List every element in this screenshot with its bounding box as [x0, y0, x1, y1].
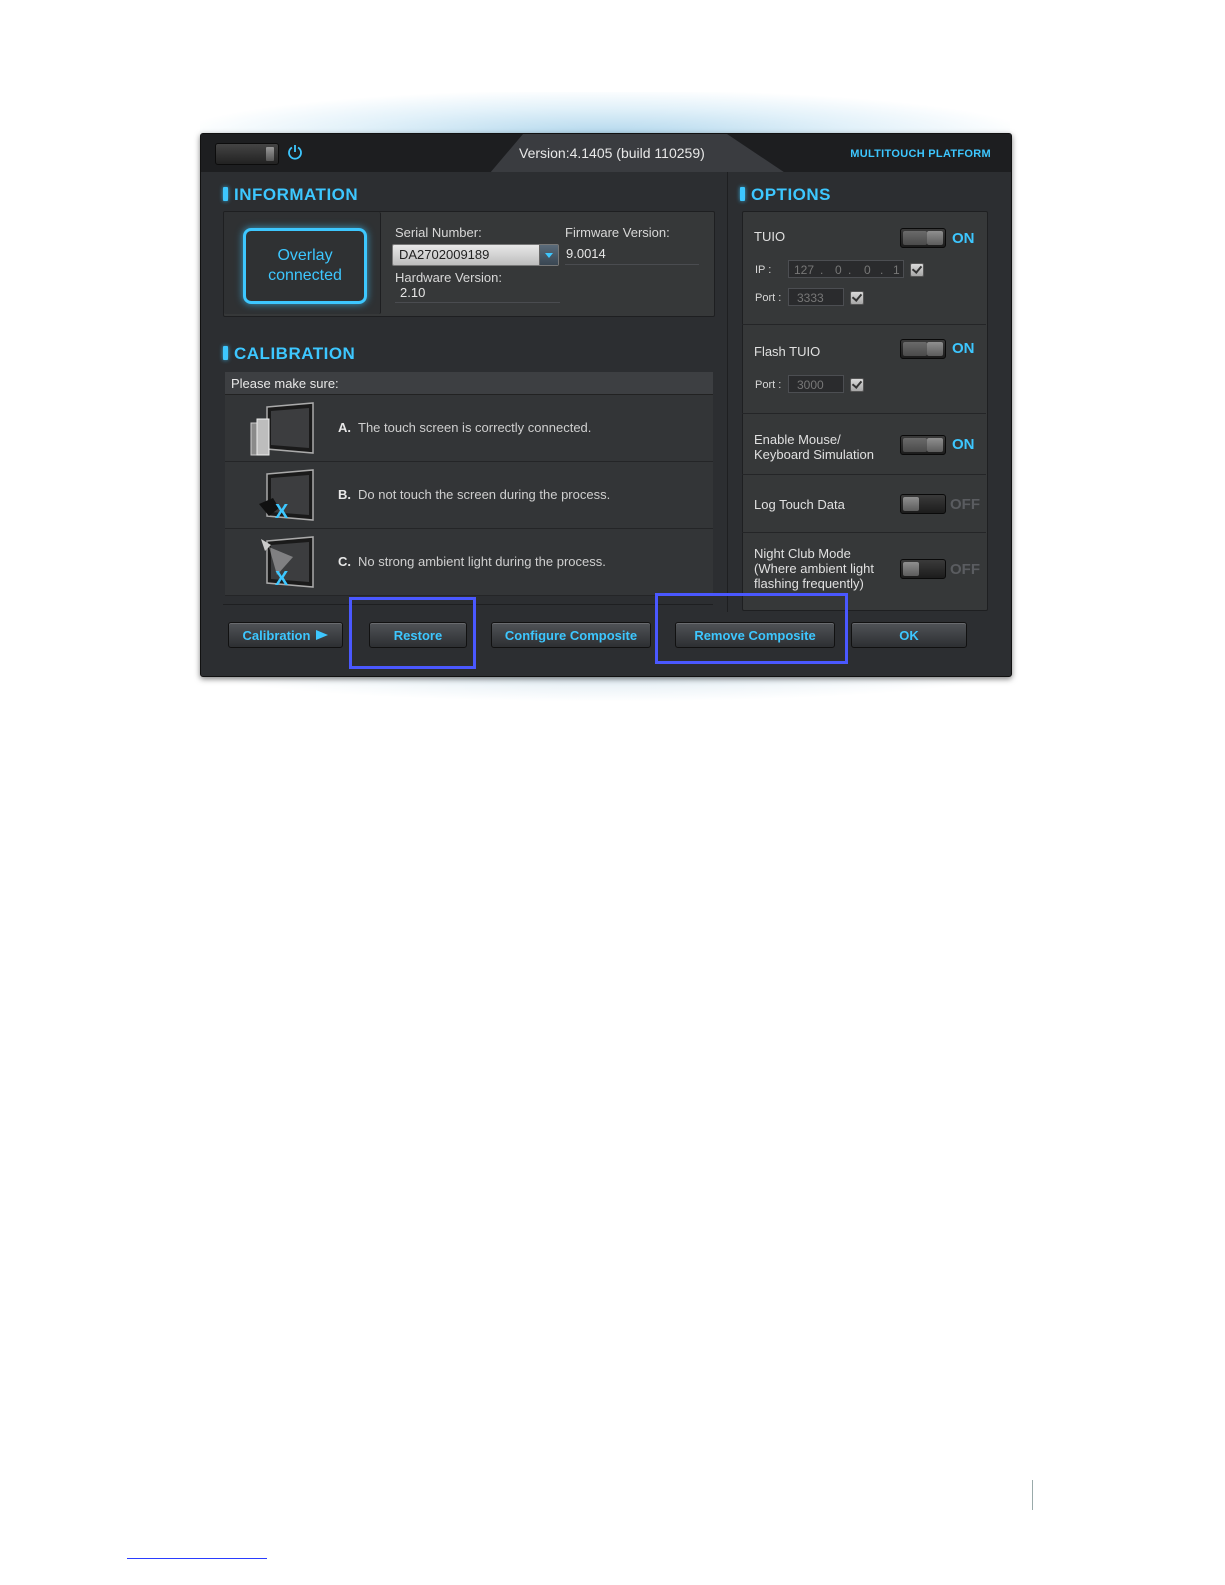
calibration-item-c: X C. No strong ambient light during the …: [225, 529, 713, 596]
multitouch-window: Version:4.1405 (build 110259) MULTITOUCH…: [200, 133, 1012, 677]
calibration-header: Please make sure:: [225, 372, 713, 395]
option-tuio: TUIO ON IP : 127 . 0 . 0 . 1 Port : 3333: [742, 212, 986, 325]
tuio-toggle[interactable]: [900, 228, 946, 248]
flash-tuio-port-checkbox[interactable]: [850, 378, 864, 392]
version-label: Version:4.1405 (build 110259): [519, 145, 705, 161]
firmware-value: 9.0014: [566, 246, 606, 261]
hardware-value: 2.10: [400, 285, 426, 300]
svg-text:X: X: [275, 501, 289, 523]
firmware-label: Firmware Version:: [565, 225, 670, 240]
play-arrow-icon: [316, 630, 329, 640]
option-flash-tuio: Flash TUIO ON Port : 3000: [742, 325, 986, 414]
monitor-connected-icon: [250, 402, 314, 456]
tuio-port-input[interactable]: 3333: [788, 288, 844, 306]
calibration-item-a: A. The touch screen is correctly connect…: [225, 395, 713, 462]
configure-composite-button[interactable]: Configure Composite: [491, 622, 651, 648]
power-icon[interactable]: [287, 144, 303, 160]
option-mouse-simulation: Enable Mouse/ Keyboard Simulation ON: [742, 414, 986, 475]
chevron-down-icon[interactable]: [539, 245, 558, 265]
flash-tuio-toggle[interactable]: [900, 339, 946, 359]
ok-button[interactable]: OK: [851, 622, 967, 648]
page-divider: [1032, 1480, 1033, 1510]
night-club-mode-toggle[interactable]: [900, 559, 946, 579]
no-ambient-light-icon: X: [261, 536, 314, 590]
calibration-item-b: X B. Do not touch the screen during the …: [225, 462, 713, 529]
hardware-label: Hardware Version:: [395, 270, 502, 285]
no-touch-icon: X: [259, 469, 314, 523]
title-bar: Version:4.1405 (build 110259) MULTITOUCH…: [201, 134, 1011, 172]
tuio-ip-input[interactable]: 127 . 0 . 0 . 1: [788, 260, 904, 278]
brand-label: MULTITOUCH PLATFORM: [850, 148, 991, 160]
information-title: INFORMATION: [223, 185, 358, 205]
power-switch[interactable]: [215, 143, 279, 165]
calibration-title: CALIBRATION: [223, 344, 355, 364]
log-touch-data-toggle[interactable]: [900, 494, 946, 514]
tuio-ip-checkbox[interactable]: [910, 263, 924, 277]
svg-text:X: X: [275, 568, 289, 590]
flash-tuio-port-input[interactable]: 3000: [788, 375, 844, 393]
option-log-touch-data: Log Touch Data OFF: [742, 475, 986, 533]
tuio-port-checkbox[interactable]: [850, 291, 864, 305]
page-link-underline: [127, 1558, 267, 1559]
serial-select[interactable]: DA2702009189: [392, 244, 559, 266]
overlay-status: Overlay connected: [243, 228, 367, 304]
mouse-simulation-toggle[interactable]: [900, 435, 946, 455]
serial-label: Serial Number:: [395, 225, 482, 240]
remove-composite-highlight: [655, 593, 848, 664]
restore-highlight: [349, 597, 476, 669]
window-glow: [200, 92, 1010, 136]
options-title: OPTIONS: [740, 185, 831, 205]
calibration-button[interactable]: Calibration: [228, 622, 343, 648]
